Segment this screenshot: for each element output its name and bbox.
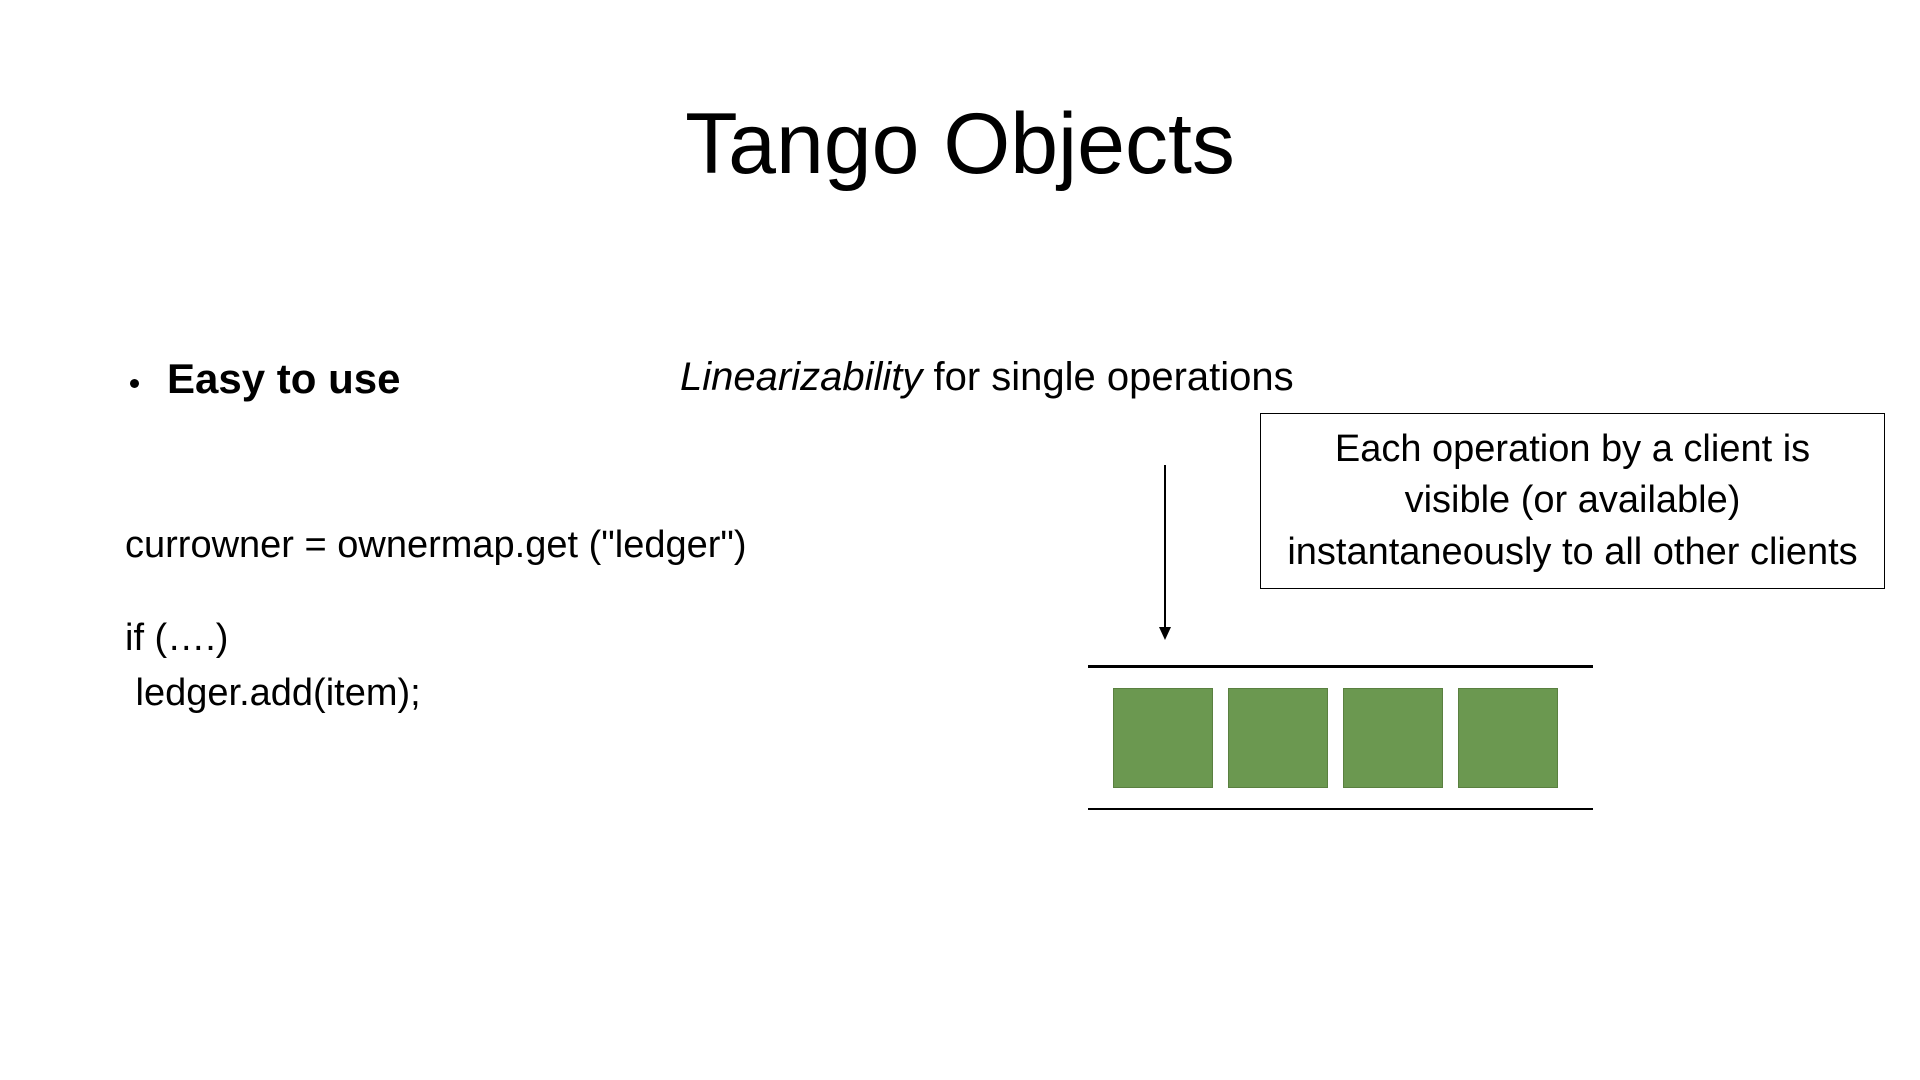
log-blocks-row — [1088, 688, 1593, 788]
bullet-item: Easy to use — [130, 355, 400, 403]
log-block — [1228, 688, 1328, 788]
slide-title: Tango Objects — [0, 95, 1920, 194]
arrow-down-icon — [1155, 465, 1175, 640]
bullet-text: Easy to use — [167, 355, 400, 403]
log-block — [1113, 688, 1213, 788]
log-block — [1458, 688, 1558, 788]
subtitle-rest: for single operations — [922, 355, 1293, 399]
log-diagram — [1088, 665, 1593, 810]
log-top-line — [1088, 665, 1593, 668]
bullet-dot-icon — [130, 379, 139, 388]
subtitle-italic: Linearizability — [680, 355, 922, 399]
code-block: currowner = ownermap.get ("ledger") if (… — [125, 518, 747, 721]
callout-box: Each operation by a client is visible (o… — [1260, 413, 1885, 589]
subtitle: Linearizability for single operations — [680, 355, 1294, 400]
log-block — [1343, 688, 1443, 788]
log-bottom-line — [1088, 808, 1593, 811]
code-line-3: ledger.add(item); — [125, 666, 747, 721]
code-line-1: currowner = ownermap.get ("ledger") — [125, 518, 747, 573]
code-line-2: if (….) — [125, 611, 747, 666]
code-blank-line — [125, 573, 747, 611]
